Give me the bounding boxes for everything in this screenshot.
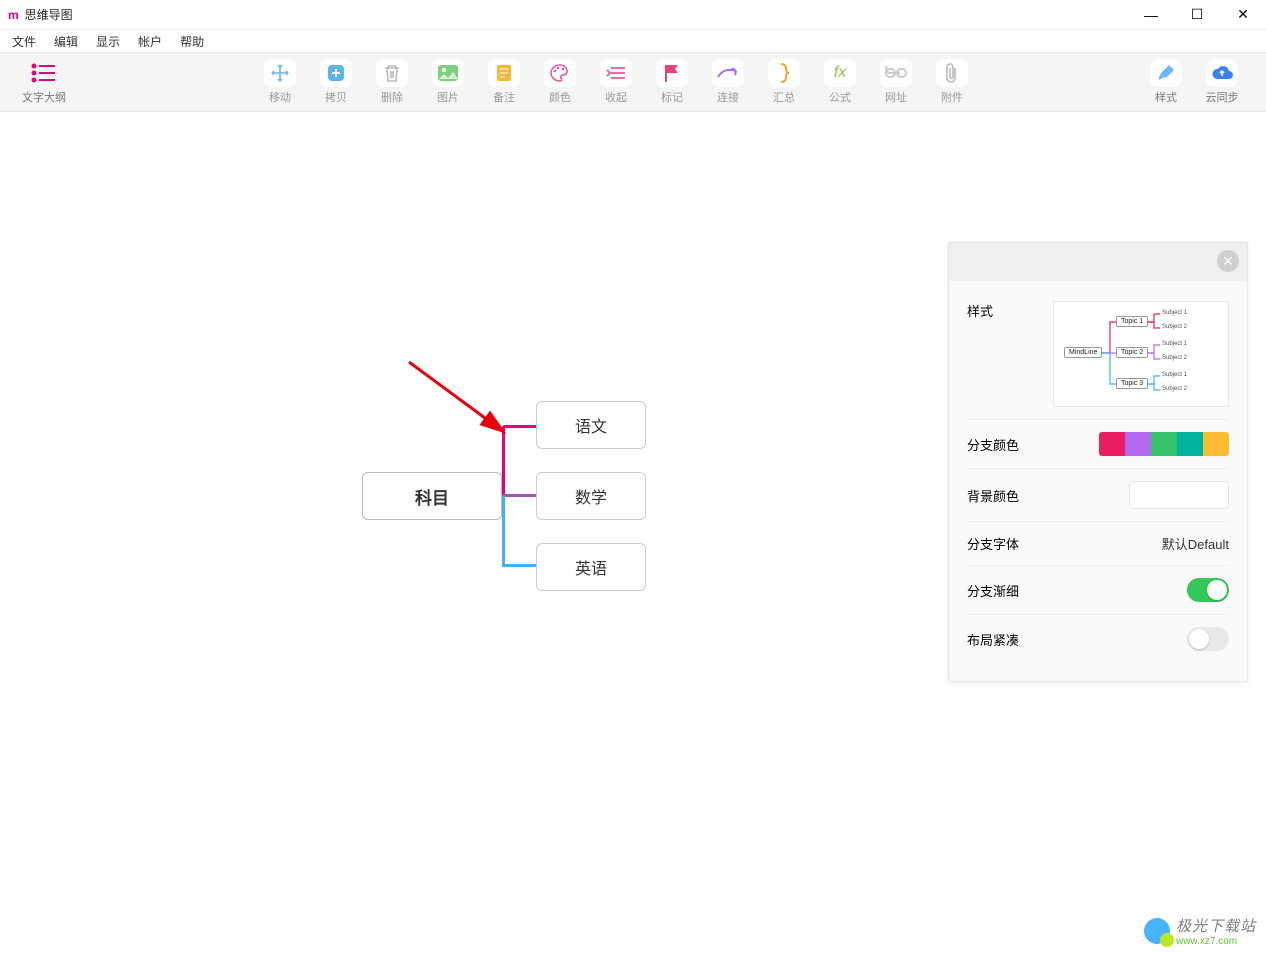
brace-icon [768, 59, 800, 87]
list-icon [28, 59, 60, 87]
url-label: 网址 [885, 89, 907, 105]
mark-label: 标记 [661, 89, 683, 105]
menu-account[interactable]: 帐户 [130, 31, 170, 52]
mind-child-3[interactable]: 英语 [536, 543, 646, 591]
branch-line-3 [502, 496, 512, 567]
delete-button[interactable]: 删除 [364, 54, 420, 110]
menu-file[interactable]: 文件 [4, 31, 44, 52]
cloud-icon [1206, 59, 1238, 87]
move-icon [264, 59, 296, 87]
link-icon [880, 59, 912, 87]
mind-child-1[interactable]: 语文 [536, 401, 646, 449]
attach-label: 附件 [941, 89, 963, 105]
menubar: 文件 编辑 显示 帐户 帮助 [0, 30, 1266, 52]
note-button[interactable]: 备注 [476, 54, 532, 110]
color-button[interactable]: 颜色 [532, 54, 588, 110]
formula-label: 公式 [829, 89, 851, 105]
canvas[interactable]: 科目 语文 数学 英语 ✕ 样式 MindLine Topic 1 Topic … [0, 112, 1266, 953]
image-icon [432, 59, 464, 87]
color-label: 颜色 [549, 89, 571, 105]
watermark-line2: www.xz7.com [1176, 936, 1256, 947]
layout-compact-toggle[interactable] [1187, 627, 1229, 651]
watermark: 极光下载站 www.xz7.com [1144, 915, 1256, 947]
style-panel: ✕ 样式 MindLine Topic 1 Topic 2 Topic 3 Su… [948, 242, 1248, 682]
minimize-button[interactable]: — [1128, 0, 1174, 30]
color-swatch-3[interactable] [1151, 432, 1177, 456]
style-button[interactable]: 样式 [1138, 54, 1194, 110]
plus-icon [320, 59, 352, 87]
preview-lines [1054, 302, 1230, 408]
branch-taper-label: 分支渐细 [967, 581, 1037, 600]
outline-label: 文字大纲 [22, 89, 66, 105]
color-swatch-1[interactable] [1099, 432, 1125, 456]
image-label: 图片 [437, 89, 459, 105]
branch-line-1 [502, 425, 512, 496]
panel-header: ✕ [949, 243, 1247, 281]
panel-close-button[interactable]: ✕ [1217, 250, 1239, 272]
outline-button[interactable]: 文字大纲 [16, 54, 72, 110]
trash-icon [376, 59, 408, 87]
bg-color-swatch[interactable] [1129, 481, 1229, 509]
sync-label: 云同步 [1206, 89, 1239, 105]
style-preview[interactable]: MindLine Topic 1 Topic 2 Topic 3 Subject… [1053, 301, 1229, 407]
mind-root-node[interactable]: 科目 [362, 472, 502, 520]
branch-line-3h [502, 564, 536, 567]
app-logo: m [8, 8, 19, 22]
watermark-line1: 极光下载站 [1176, 915, 1256, 936]
collapse-button[interactable]: 收起 [588, 54, 644, 110]
connect-button[interactable]: 连接 [700, 54, 756, 110]
collapse-icon [600, 59, 632, 87]
connect-label: 连接 [717, 89, 739, 105]
layout-compact-label: 布局紧凑 [967, 630, 1037, 649]
window-title: 思维导图 [25, 6, 73, 23]
bg-color-label: 背景颜色 [967, 486, 1037, 505]
toolbar: 文字大纲 移动 拷贝 删除 图片 备注 颜色 收起 标记 连接 汇总 f [0, 52, 1266, 112]
arrow-icon [712, 59, 744, 87]
paperclip-icon [936, 59, 968, 87]
panel-style-label: 样式 [967, 301, 1037, 320]
delete-label: 删除 [381, 89, 403, 105]
image-button[interactable]: 图片 [420, 54, 476, 110]
sync-button[interactable]: 云同步 [1194, 54, 1250, 110]
style-label: 样式 [1155, 89, 1177, 105]
maximize-button[interactable]: ☐ [1174, 0, 1220, 30]
menu-view[interactable]: 显示 [88, 31, 128, 52]
copy-label: 拷贝 [325, 89, 347, 105]
summary-button[interactable]: 汇总 [756, 54, 812, 110]
url-button[interactable]: 网址 [868, 54, 924, 110]
branch-line-1h [502, 425, 536, 428]
mark-button[interactable]: 标记 [644, 54, 700, 110]
mind-child-2[interactable]: 数学 [536, 472, 646, 520]
branch-font-value[interactable]: 默认Default [1037, 534, 1229, 553]
move-label: 移动 [269, 89, 291, 105]
menu-help[interactable]: 帮助 [172, 31, 212, 52]
branch-taper-toggle[interactable] [1187, 578, 1229, 602]
color-swatch-4[interactable] [1177, 432, 1203, 456]
note-icon [488, 59, 520, 87]
copy-button[interactable]: 拷贝 [308, 54, 364, 110]
summary-label: 汇总 [773, 89, 795, 105]
move-button[interactable]: 移动 [252, 54, 308, 110]
collapse-label: 收起 [605, 89, 627, 105]
watermark-icon [1144, 918, 1170, 944]
note-label: 备注 [493, 89, 515, 105]
color-swatch-2[interactable] [1125, 432, 1151, 456]
window-controls: — ☐ ✕ [1128, 0, 1266, 30]
titlebar: m 思维导图 — ☐ ✕ [0, 0, 1266, 30]
close-button[interactable]: ✕ [1220, 0, 1266, 30]
attach-button[interactable]: 附件 [924, 54, 980, 110]
flag-icon [656, 59, 688, 87]
branch-color-palette[interactable] [1099, 432, 1229, 456]
color-swatch-5[interactable] [1203, 432, 1229, 456]
fx-icon: fx [824, 59, 856, 87]
formula-button[interactable]: fx 公式 [812, 54, 868, 110]
brush-icon [1150, 59, 1182, 87]
menu-edit[interactable]: 编辑 [46, 31, 86, 52]
branch-font-label: 分支字体 [967, 534, 1037, 553]
palette-icon [544, 59, 576, 87]
branch-color-label: 分支颜色 [967, 435, 1037, 454]
